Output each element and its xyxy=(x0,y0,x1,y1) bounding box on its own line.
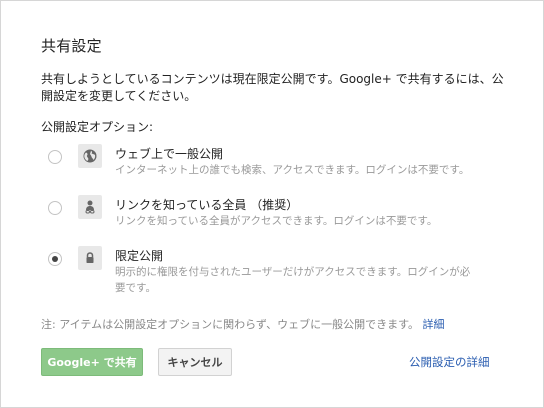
option-subtitle: インターネット上の誰でも検索、アクセスできます。ログインは不要です。 xyxy=(115,164,470,176)
sharing-settings-dialog: 共有設定 共有しようとしているコンテンツは現在限定公開です。Google+ で共… xyxy=(0,0,544,408)
sharing-settings-details-link[interactable]: 公開設定の詳細 xyxy=(409,354,490,370)
lock-icon xyxy=(78,246,102,270)
option-subtitle: 明示的に権限を付与されたユーザーだけがアクセスできます。ログインが必要です。 xyxy=(115,266,471,294)
option-private[interactable]: 限定公開 明示的に権限を付与されたユーザーだけがアクセスできます。ログインが必要… xyxy=(41,246,511,296)
note: 注: アイテムは公開設定オプションに関わらず、ウェブに一般公開できます。 詳細 xyxy=(41,316,445,332)
share-google-plus-button[interactable]: Google+ で共有 xyxy=(41,348,143,376)
option-title: ウェブ上で一般公開 xyxy=(115,147,224,161)
radio-private[interactable] xyxy=(48,252,62,266)
cancel-button[interactable]: キャンセル xyxy=(158,348,232,376)
options-label: 公開設定オプション: xyxy=(41,120,154,134)
note-details-link[interactable]: 詳細 xyxy=(423,318,445,331)
option-subtitle: リンクを知っている全員がアクセスできます。ログインは不要です。 xyxy=(115,215,438,227)
link-person-icon xyxy=(78,195,102,219)
globe-icon xyxy=(78,144,102,168)
dialog-description: 共有しようとしているコンテンツは現在限定公開です。Google+ で共有するには… xyxy=(41,72,504,103)
note-text: 注: アイテムは公開設定オプションに関わらず、ウェブに一般公開できます。 xyxy=(41,318,420,331)
option-title: リンクを知っている全員 （推奨） xyxy=(115,198,299,212)
dialog-title: 共有設定 xyxy=(41,37,102,55)
option-title: 限定公開 xyxy=(115,249,164,263)
option-anyone-with-link[interactable]: リンクを知っている全員 （推奨） リンクを知っている全員がアクセスできます。ログ… xyxy=(41,195,511,241)
radio-anyone-with-link[interactable] xyxy=(48,201,62,215)
option-public-web[interactable]: ウェブ上で一般公開 インターネット上の誰でも検索、アクセスできます。ログインは不… xyxy=(41,144,511,190)
radio-public-web[interactable] xyxy=(48,150,62,164)
